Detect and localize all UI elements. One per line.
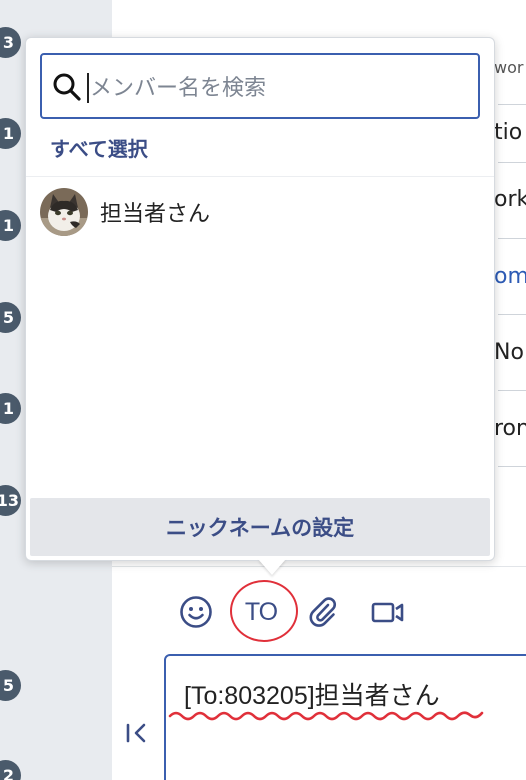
message-divider xyxy=(498,390,526,391)
member-name: 担当者さん xyxy=(100,202,211,227)
message-divider xyxy=(498,314,526,315)
select-all-link[interactable]: すべて選択 xyxy=(50,133,148,162)
collapse-left-button[interactable] xyxy=(124,720,150,746)
message-divider xyxy=(498,162,526,163)
message-fragment: ron xyxy=(494,416,526,441)
list-divider xyxy=(26,176,494,177)
text-cursor xyxy=(87,73,89,103)
red-annotation-circle xyxy=(230,580,298,642)
member-search-input[interactable] xyxy=(90,70,460,106)
message-fragment: No xyxy=(494,340,524,365)
video-camera-icon xyxy=(371,602,404,623)
message-divider xyxy=(498,104,526,105)
collapse-left-icon xyxy=(126,723,146,743)
message-fragment: ork. xyxy=(494,187,526,212)
search-icon xyxy=(52,72,82,106)
paperclip-icon xyxy=(309,597,336,627)
emoji-button[interactable] xyxy=(178,594,214,630)
red-underline-annotation xyxy=(168,711,484,721)
message-fragment: tio xyxy=(494,120,523,145)
message-divider xyxy=(498,238,526,239)
cat-avatar xyxy=(40,188,88,236)
message-divider xyxy=(498,466,526,467)
video-call-button[interactable] xyxy=(369,594,405,630)
message-link[interactable]: om/ xyxy=(494,264,526,289)
nickname-settings-button[interactable]: ニックネームの設定 xyxy=(30,498,490,556)
attach-file-button[interactable] xyxy=(305,594,341,630)
popup-pointer xyxy=(258,559,286,575)
smile-icon xyxy=(180,596,212,628)
message-fragment: wor xyxy=(494,58,524,77)
member-list-item[interactable] xyxy=(26,178,494,246)
avatar xyxy=(40,188,88,236)
